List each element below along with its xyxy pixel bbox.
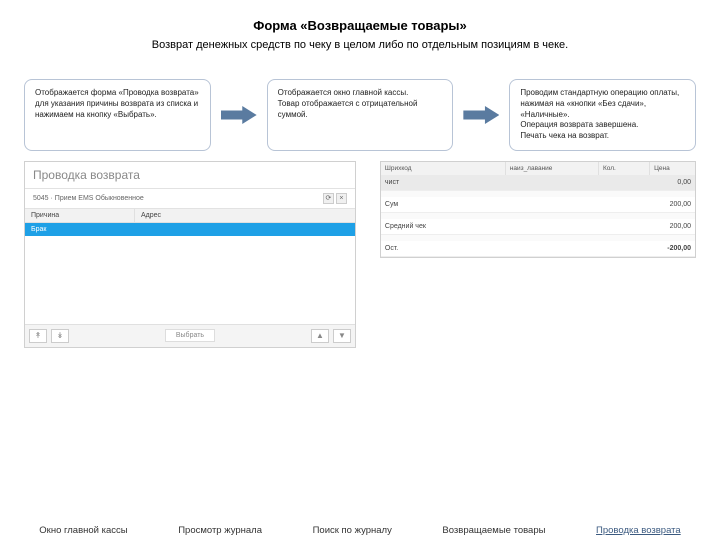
cash-col-price: Цена xyxy=(650,162,695,175)
callout-row: Отображается форма «Проводка возврата» д… xyxy=(24,79,696,151)
refresh-icon[interactable]: ⟳ xyxy=(323,193,334,204)
table-header: Причина Адрес xyxy=(25,209,355,223)
screenshot-right: Шрихкод наиз_лавание Кол. Цена чист 0,00… xyxy=(380,161,696,348)
cash-row-value: 0,00 xyxy=(641,175,695,190)
col-address: Адрес xyxy=(135,209,355,222)
main-cash-panel: Шрихкод наиз_лавание Кол. Цена чист 0,00… xyxy=(380,161,696,258)
cash-col-name: наиз_лавание xyxy=(506,162,599,175)
panel-subheading: 5045 · Прием EMS Обыкновенное ⟳ × xyxy=(25,189,355,209)
callout-1: Отображается форма «Проводка возврата» д… xyxy=(24,79,211,151)
select-button[interactable]: Выбрать xyxy=(165,329,215,342)
callout-2: Отображается окно главной кассы. Товар о… xyxy=(267,79,454,151)
screenshots-row: Проводка возврата 5045 · Прием EMS Обыкн… xyxy=(24,161,696,348)
cash-col-qty: Кол. xyxy=(599,162,650,175)
panel-heading: Проводка возврата xyxy=(25,162,355,189)
cash-row: чист 0,00 xyxy=(381,175,695,191)
arrow-1-wrap xyxy=(217,79,261,151)
cash-row-label: чист xyxy=(381,175,641,190)
panel-icon-group: ⟳ × xyxy=(323,193,347,204)
close-icon[interactable]: × xyxy=(336,193,347,204)
panel-sub-text: 5045 · Прием EMS Обыкновенное xyxy=(33,195,144,202)
cash-row: Средний чек 200,00 xyxy=(381,219,695,235)
nav-down2-icon[interactable]: ▼ xyxy=(333,329,351,343)
cash-row-value: 200,00 xyxy=(641,197,695,212)
nav-up-icon[interactable]: ↟ xyxy=(29,329,47,343)
screenshot-left: Проводка возврата 5045 · Прием EMS Обыкн… xyxy=(24,161,356,348)
col-reason: Причина xyxy=(25,209,135,222)
footer-bar: ↟ ↡ Выбрать ▲ ▼ xyxy=(25,324,355,347)
table-empty-area xyxy=(25,236,355,324)
nav-view-journal[interactable]: Просмотр журнала xyxy=(172,522,268,540)
return-form-panel: Проводка возврата 5045 · Прием EMS Обыкн… xyxy=(24,161,356,348)
nav-down-icon[interactable]: ↡ xyxy=(51,329,69,343)
cash-row-value: -200,00 xyxy=(641,241,695,256)
cash-col-barcode: Шрихкод xyxy=(381,162,506,175)
bottom-nav: Окно главной кассы Просмотр журнала Поис… xyxy=(0,522,720,540)
callout-3: Проводим стандартную операцию оплаты, на… xyxy=(509,79,696,151)
page-subtitle: Возврат денежных средств по чеку в целом… xyxy=(0,39,720,51)
nav-returned-goods[interactable]: Возвращаемые товары xyxy=(436,522,551,540)
arrow-right-icon xyxy=(221,106,257,124)
cash-row-label: Ост. xyxy=(381,241,641,256)
nav-up2-icon[interactable]: ▲ xyxy=(311,329,329,343)
selected-row[interactable]: Брак xyxy=(25,223,355,236)
cash-row-total: Ост. -200,00 xyxy=(381,241,695,257)
nav-return-posting[interactable]: Проводка возврата xyxy=(590,522,687,540)
cash-row-label: Сум xyxy=(381,197,641,212)
page-title: Форма «Возвращаемые товары» xyxy=(0,18,720,33)
nav-search-journal[interactable]: Поиск по журналу xyxy=(307,522,398,540)
cash-row-value: 200,00 xyxy=(641,219,695,234)
cash-header: Шрихкод наиз_лавание Кол. Цена xyxy=(381,162,695,175)
nav-main-cash[interactable]: Окно главной кассы xyxy=(33,522,133,540)
arrow-2-wrap xyxy=(459,79,503,151)
cash-row-label: Средний чек xyxy=(381,219,641,234)
cash-row: Сум 200,00 xyxy=(381,197,695,213)
arrow-right-icon xyxy=(463,106,499,124)
